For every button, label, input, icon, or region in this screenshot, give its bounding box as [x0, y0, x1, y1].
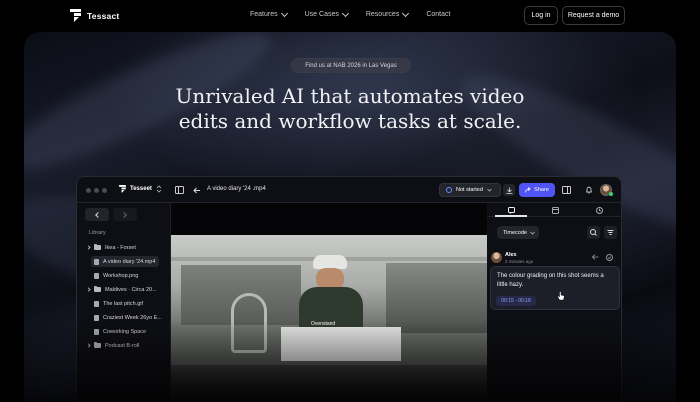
nav-contact[interactable]: Contact	[426, 11, 450, 18]
video-frame: Ovenstand	[171, 235, 487, 401]
chevron-right-icon	[86, 245, 91, 250]
file-icon	[94, 300, 99, 307]
image-file-icon	[94, 272, 99, 279]
reply-icon[interactable]	[589, 251, 601, 263]
sidebar-item-last-pitch[interactable]: The last pitch.gif	[94, 298, 143, 309]
mixing-tub	[281, 327, 401, 361]
top-nav: Tessact Features Use Cases Resources Con…	[0, 0, 700, 32]
event-badge[interactable]: Find us at NAB 2026 in Las Vegas	[291, 58, 411, 73]
file-icon	[94, 314, 99, 321]
login-button[interactable]: Log in	[524, 6, 558, 25]
brand-logo[interactable]: Tessact	[70, 9, 119, 22]
nav-back-button[interactable]	[85, 208, 109, 221]
chevron-right-icon	[86, 343, 91, 348]
chevron-down-icon	[280, 9, 288, 17]
share-arrow-icon	[525, 187, 531, 193]
file-title: A video diary '24 .mp4	[207, 186, 266, 192]
resolve-icon[interactable]	[603, 251, 615, 263]
sidebar-item-video-diary[interactable]: A video diary '24.mp4	[91, 256, 160, 267]
comment-timecode-range[interactable]: 00:15 - 00:18	[496, 296, 536, 306]
chevron-down-icon	[530, 231, 535, 235]
window-dot	[86, 188, 91, 193]
chef-cap	[313, 255, 347, 269]
window-dot	[102, 188, 107, 193]
comment-author-avatar	[491, 252, 502, 263]
active-tab-indicator	[495, 215, 527, 217]
request-demo-button[interactable]: Request a demo	[562, 6, 625, 25]
tessact-logo-icon	[70, 9, 81, 22]
filter-button[interactable]	[604, 226, 617, 239]
comments-panel: Timecode Alex 2 minutes ago The colour g…	[487, 203, 621, 401]
nav-resources[interactable]: Resources	[366, 9, 410, 18]
online-indicator	[609, 192, 613, 196]
chevron-down-icon	[487, 188, 492, 192]
kitchen-equipment	[386, 263, 487, 333]
nav-links: Features Use Cases Resources Contact	[250, 9, 468, 18]
chevron-right-icon	[121, 211, 127, 218]
filter-icon	[607, 230, 614, 235]
nav-use-cases[interactable]: Use Cases	[305, 9, 349, 18]
app-preview-window: Tesseet A video diary '24 .mp4 Not start…	[76, 176, 622, 402]
chevron-updown-icon	[156, 185, 162, 193]
sidebar-item-podcast-broll[interactable]: Podcast B-roll	[86, 340, 139, 351]
folder-icon	[94, 243, 101, 250]
file-icon	[94, 258, 99, 265]
workspace-switcher[interactable]: Tesseet	[119, 185, 162, 193]
hero-headline: Unrivaled AI that automates video edits …	[175, 84, 525, 133]
library-sidebar: Library Ikea - Forset A video diary '24.…	[77, 203, 171, 401]
sidebar-item-workshop[interactable]: Workshop.png	[94, 270, 138, 281]
timecode-dropdown[interactable]: Timecode	[497, 226, 539, 239]
comment-card[interactable]: The colour grading on this shot seems a …	[490, 266, 620, 310]
back-arrow-icon[interactable]	[191, 184, 203, 196]
video-caption: Ovenstand	[311, 321, 336, 327]
status-dropdown[interactable]: Not started	[439, 183, 501, 197]
brand-name: Tessact	[87, 10, 120, 21]
panel-tabs	[487, 203, 621, 217]
video-player[interactable]: Ovenstand	[171, 203, 487, 401]
tab-history-icon[interactable]	[593, 204, 605, 216]
folder-icon	[94, 341, 101, 348]
mixer-whisk	[231, 293, 267, 353]
sidebar-item-maldives[interactable]: Maldives · Circa 20...	[86, 284, 157, 295]
chevron-left-icon	[95, 211, 101, 218]
window-dot	[94, 188, 99, 193]
panel-toggle-icon[interactable]	[560, 184, 572, 196]
sidebar-item-coworking[interactable]: Coworking Space	[94, 326, 146, 337]
counter	[171, 365, 487, 401]
tessact-logo-icon	[119, 185, 126, 193]
folder-icon	[94, 285, 101, 292]
app-toolbar: Tesseet A video diary '24 .mp4 Not start…	[77, 177, 621, 203]
nav-features[interactable]: Features	[250, 9, 288, 18]
sidebar-item-ikea-forset[interactable]: Ikea - Forset	[86, 242, 136, 253]
chevron-down-icon	[402, 9, 410, 17]
search-icon	[590, 229, 597, 236]
nav-forward-button[interactable]	[113, 208, 137, 221]
chevron-right-icon	[86, 287, 91, 292]
status-ring-icon	[446, 187, 452, 193]
hand-cursor-icon	[557, 291, 565, 301]
comment-time: 2 minutes ago	[505, 259, 534, 264]
comment-text: The colour grading on this shot seems a …	[497, 273, 604, 288]
comment-author: Alex	[505, 252, 517, 258]
sidebar-toggle-icon[interactable]	[173, 184, 185, 196]
library-label: Library	[89, 230, 106, 236]
tab-details-icon[interactable]	[549, 204, 561, 216]
chevron-down-icon	[341, 9, 349, 17]
bell-icon[interactable]	[583, 184, 595, 196]
share-button[interactable]: Share	[519, 183, 555, 197]
search-button[interactable]	[587, 226, 600, 239]
download-icon[interactable]	[503, 184, 515, 196]
sidebar-item-craziest-week[interactable]: Craziest Week 26yo E...	[94, 312, 162, 323]
file-icon	[94, 328, 99, 335]
